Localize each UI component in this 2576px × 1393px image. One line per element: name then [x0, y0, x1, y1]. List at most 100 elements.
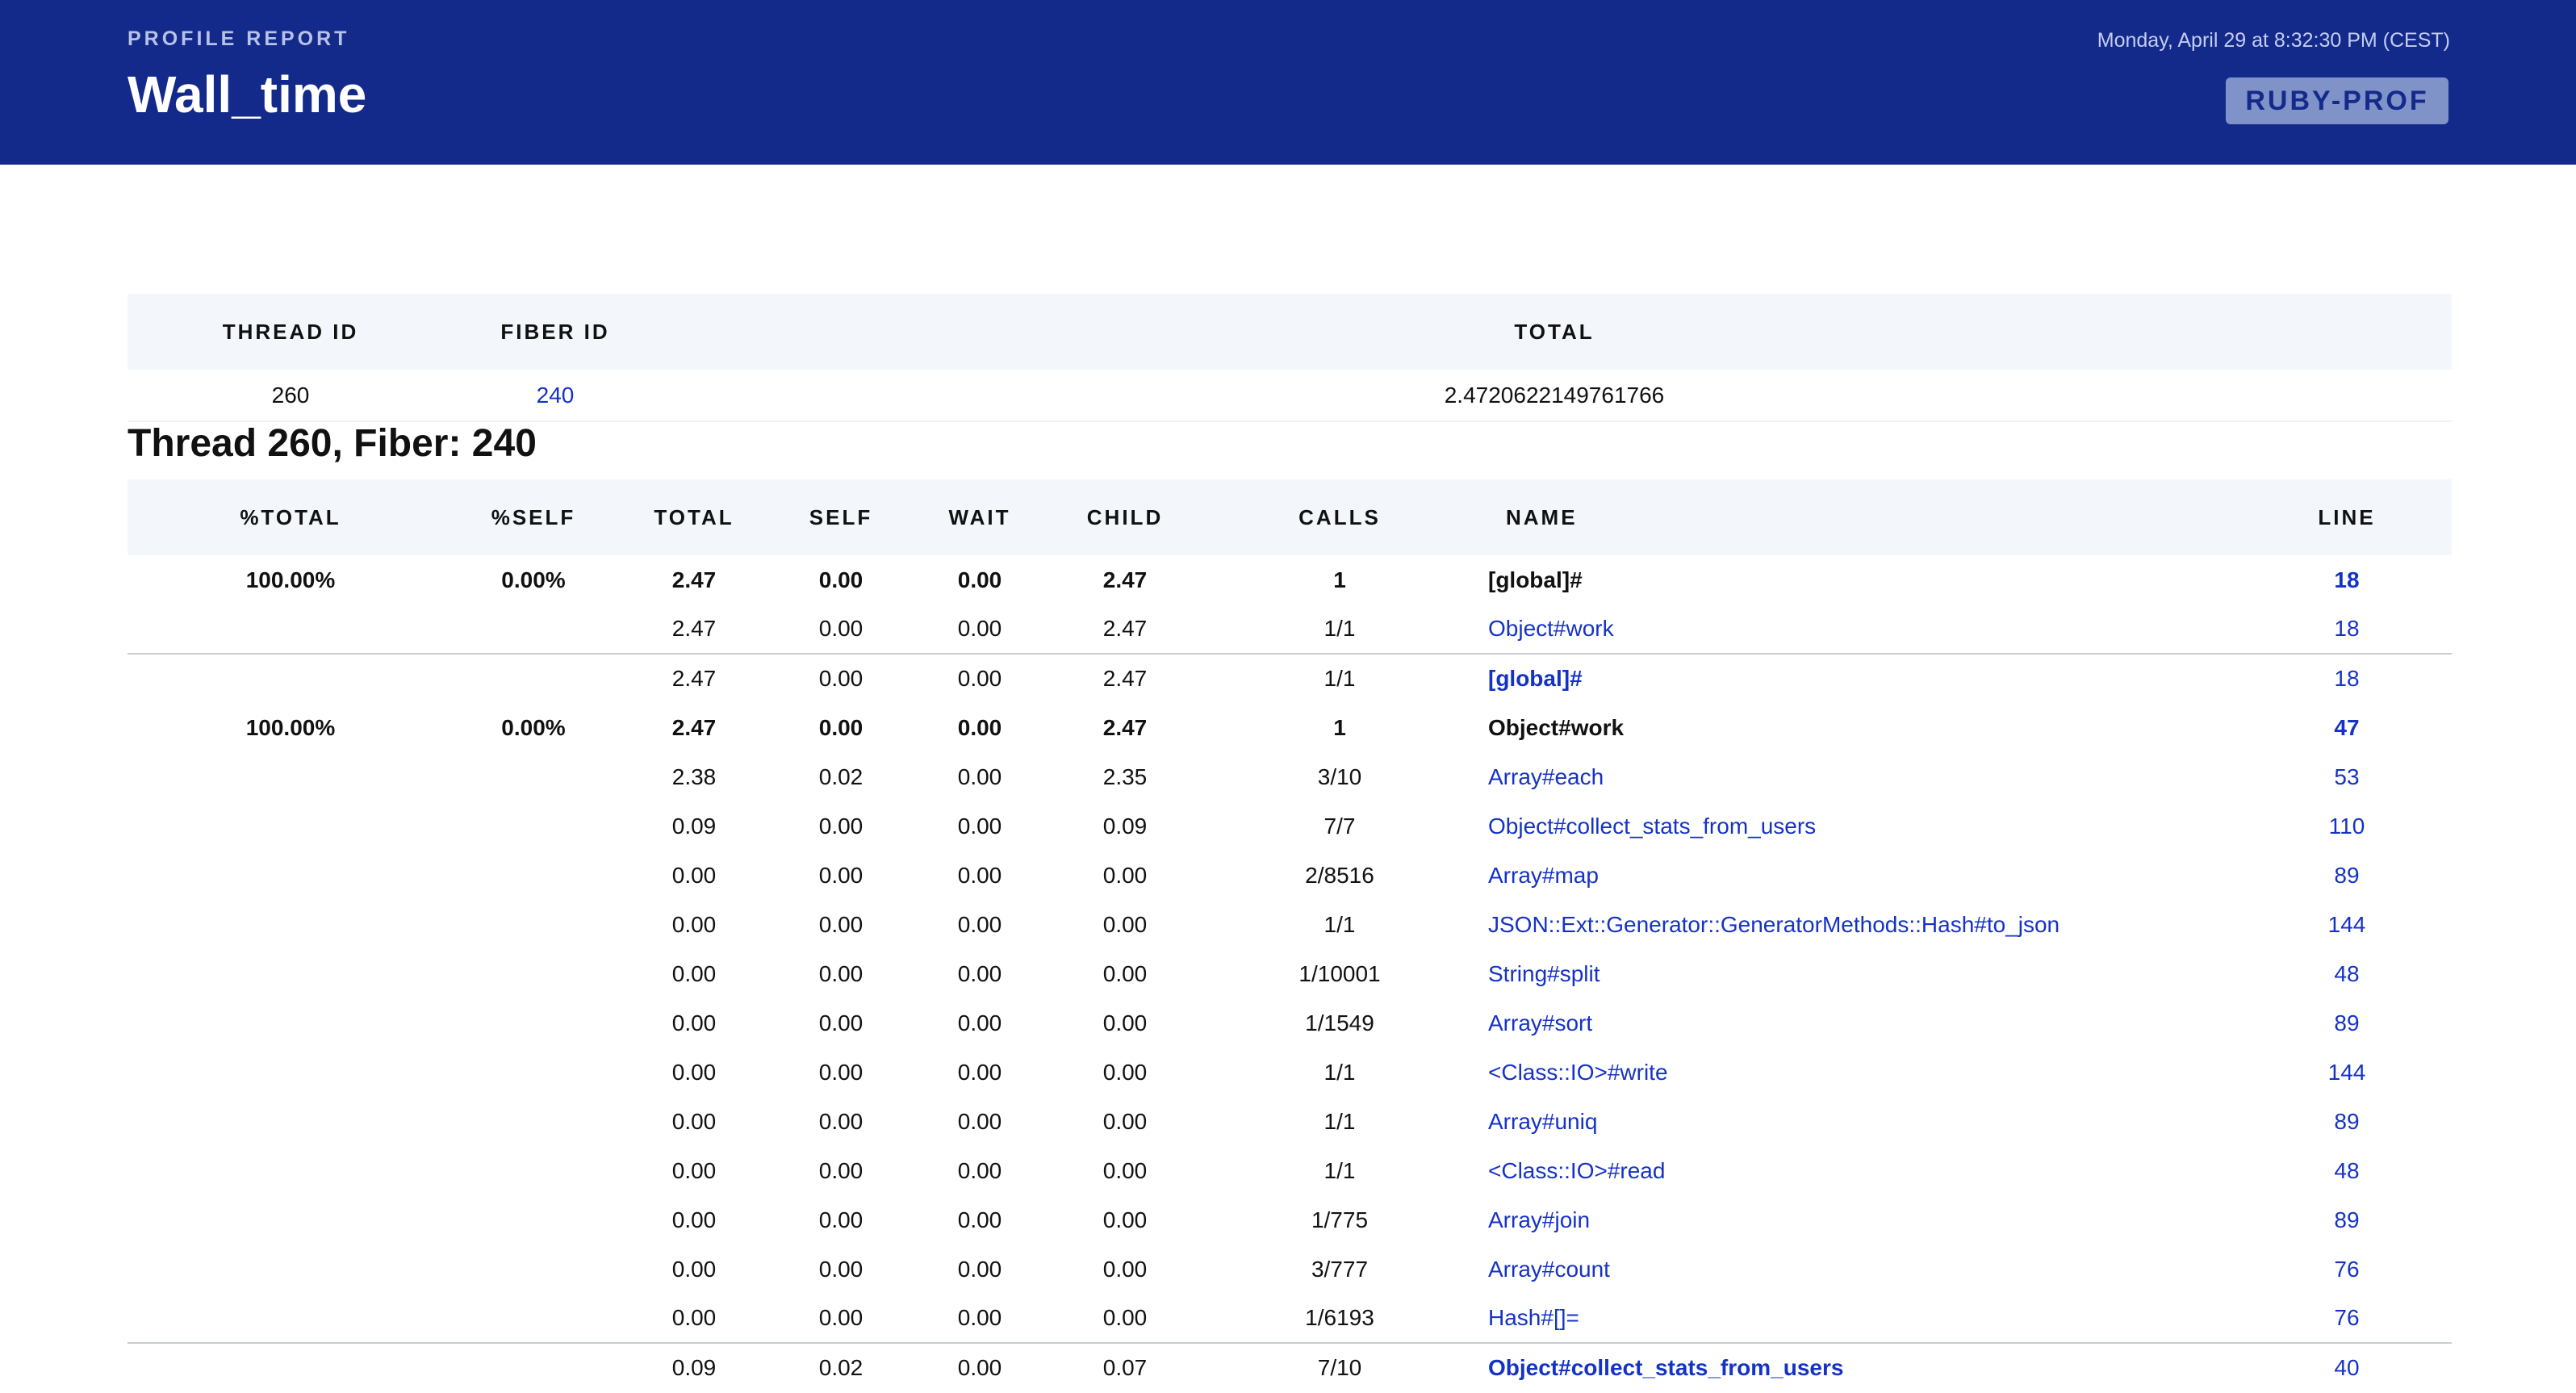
cell-line: 89	[2242, 998, 2452, 1048]
method-link[interactable]: Array#map	[1488, 863, 1599, 888]
method-link[interactable]: Array#sort	[1488, 1010, 1592, 1035]
header-thread-id: THREAD ID	[222, 319, 359, 344]
header-total: TOTAL	[654, 504, 734, 529]
report-date: Monday, April 29 at 8:32:30 PM (CEST)	[2097, 29, 2450, 52]
method-link[interactable]: <Class::IO>#read	[1488, 1158, 1665, 1183]
method-link[interactable]: Array#each	[1488, 764, 1604, 789]
fiber-link[interactable]: 240	[537, 383, 575, 408]
cell-total: 0.00	[671, 1157, 717, 1183]
line-link[interactable]: 18	[2334, 666, 2359, 691]
cell-name: Array#uniq	[1482, 1097, 2242, 1146]
cell-total: 0.09	[613, 1342, 775, 1392]
cell-line: 48	[2242, 949, 2452, 998]
cell-wait: 0.00	[957, 1207, 1002, 1232]
method-link[interactable]: Array#uniq	[1488, 1109, 1597, 1134]
cell-total: 0.09	[671, 813, 717, 839]
cell-wait: 0.00	[957, 960, 1002, 986]
cell-name: Array#each	[1482, 752, 2242, 801]
line-link[interactable]: 47	[2334, 715, 2359, 740]
cell-pct-total	[128, 752, 454, 801]
cell-line: 76	[2242, 1294, 2452, 1343]
cell-self: 0.02	[775, 1342, 907, 1392]
cell-total: 0.00	[671, 1305, 717, 1330]
method-link[interactable]: Object#collect_stats_from_users	[1488, 1355, 1843, 1380]
table-row: 0.09 0.02 0.00 0.07 7/10 Object#collect_stats…	[128, 1342, 2452, 1392]
cell-name: Object#collect_stats_from_users	[1482, 801, 2242, 851]
ruby-prof-logo: RUBY-PROF	[2226, 77, 2448, 124]
cell-calls: 1/1	[1324, 1157, 1356, 1183]
line-link[interactable]: 18	[2334, 567, 2359, 592]
method-link[interactable]: <Class::IO>#write	[1488, 1060, 1668, 1085]
cell-wait: 0.00	[957, 616, 1002, 641]
cell-wait: 0.00	[907, 653, 1052, 703]
line-link[interactable]: 53	[2334, 764, 2359, 789]
table-row: 0.00 0.00 0.00 0.00 1/775 Array#join 89	[128, 1195, 2452, 1244]
method-link[interactable]: JSON::Ext::Generator::GeneratorMethods::…	[1488, 912, 2060, 937]
method-link[interactable]: String#split	[1488, 961, 1600, 986]
cell-total: 2.38	[671, 763, 717, 789]
line-link[interactable]: 89	[2334, 1207, 2359, 1232]
method-link[interactable]: Hash#[]=	[1488, 1305, 1579, 1330]
line-link[interactable]: 89	[2334, 1109, 2359, 1134]
line-link[interactable]: 40	[2334, 1355, 2359, 1380]
fiber-id-cell: 240	[454, 370, 657, 422]
line-link[interactable]: 76	[2334, 1305, 2359, 1330]
header-line: LINE	[2318, 504, 2376, 529]
cell-wait: 0.00	[957, 714, 1002, 740]
cell-pct-self	[454, 1195, 613, 1244]
method-link[interactable]: Object#collect_stats_from_users	[1488, 814, 1816, 839]
cell-wait: 0.00	[957, 1256, 1002, 1282]
cell-child: 2.47	[1102, 714, 1148, 740]
report-kicker: PROFILE REPORT	[128, 27, 350, 50]
cell-name: <Class::IO>#write	[1482, 1048, 2242, 1097]
line-link[interactable]: 48	[2334, 1158, 2359, 1183]
line-link[interactable]: 89	[2334, 1010, 2359, 1035]
line-link[interactable]: 110	[2329, 814, 2365, 839]
line-link[interactable]: 76	[2334, 1257, 2359, 1282]
cell-line: 48	[2242, 1146, 2452, 1195]
method-link[interactable]: Object#work	[1488, 616, 1614, 641]
line-link[interactable]: 48	[2334, 961, 2359, 986]
cell-child: 2.47	[1102, 616, 1148, 641]
method-link[interactable]: Array#count	[1488, 1257, 1610, 1282]
cell-total: 2.47	[671, 567, 717, 592]
cell-pct-self	[454, 900, 613, 949]
cell-self: 0.00	[818, 1157, 864, 1183]
cell-total: 2.47	[613, 653, 775, 703]
cell-pct-total	[128, 801, 454, 851]
cell-pct-self	[454, 1048, 613, 1097]
line-link[interactable]: 89	[2334, 863, 2359, 888]
cell-child: 2.35	[1102, 763, 1148, 789]
cell-name: JSON::Ext::Generator::GeneratorMethods::…	[1482, 900, 2242, 949]
cell-pct-self: 0.00%	[501, 567, 566, 592]
cell-wait: 0.00	[957, 567, 1002, 592]
cell-calls: 1/775	[1311, 1207, 1369, 1232]
cell-calls: 1/1	[1324, 1108, 1356, 1134]
cell-name: Hash#[]=	[1482, 1294, 2242, 1343]
cell-self: 0.00	[818, 1059, 864, 1085]
method-link[interactable]: [global]#	[1488, 666, 1583, 691]
cell-pct-total	[128, 1294, 454, 1343]
cell-pct-total	[128, 1195, 454, 1244]
cell-line: 144	[2242, 900, 2452, 949]
cell-name: <Class::IO>#read	[1482, 1146, 2242, 1195]
cell-wait: 0.00	[907, 1342, 1052, 1392]
header-name: NAME	[1506, 504, 1578, 529]
thread-section-title: Thread 260, Fiber: 240	[128, 422, 537, 465]
line-link[interactable]: 144	[2328, 1060, 2366, 1085]
table-row: 100.00% 0.00% 2.47 0.00 0.00 2.47 1 Object#work…	[128, 703, 2452, 752]
method-link[interactable]: Array#join	[1488, 1207, 1590, 1232]
cell-line: 53	[2242, 752, 2452, 801]
line-link[interactable]: 144	[2328, 912, 2366, 937]
profile-table: %TOTAL %SELF TOTAL SELF WAIT CHILD CALLS…	[128, 479, 2452, 1392]
cell-wait: 0.00	[957, 1108, 1002, 1134]
header-pct-total: %TOTAL	[240, 504, 341, 529]
line-link[interactable]: 18	[2334, 616, 2359, 641]
cell-self: 0.00	[818, 1108, 864, 1134]
cell-pct-self: 0.00%	[501, 714, 566, 740]
cell-line: 110	[2242, 801, 2452, 851]
cell-child: 0.00	[1102, 862, 1148, 888]
cell-pct-self	[454, 1146, 613, 1195]
cell-self: 0.00	[818, 1207, 864, 1232]
cell-wait: 0.00	[957, 1157, 1002, 1183]
